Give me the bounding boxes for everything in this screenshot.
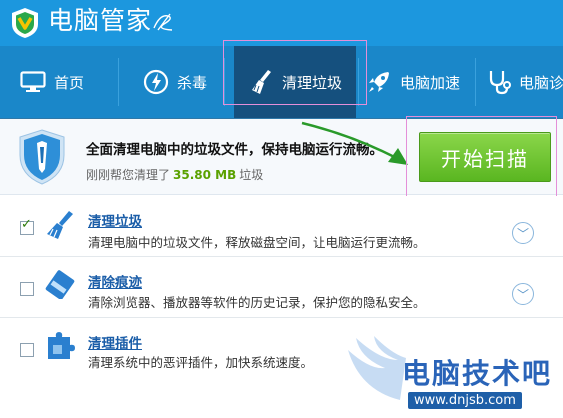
watermark-text: 电脑技术吧 (402, 357, 553, 390)
item-description: 清理系统中的恶评插件，加快系统速度。 (88, 355, 314, 370)
chevron-down-icon[interactable]: ﹀ (512, 283, 534, 305)
broom-icon (47, 211, 73, 239)
stethoscope-icon (489, 71, 511, 95)
eraser-icon (45, 270, 75, 299)
app-window: 电脑管家 首页 杀毒 清理垃圾 电脑加速 电脑诊 全面清理电脑中的垃圾文件，保持… (0, 0, 563, 418)
nav-divider (358, 58, 359, 106)
item-checkbox[interactable] (20, 217, 34, 235)
app-title: 电脑管家 (48, 6, 153, 35)
cleaned-amount: 35.80 MB (173, 168, 237, 182)
summary-suffix: 垃圾 (239, 168, 264, 182)
puzzle-icon (48, 332, 75, 359)
nav-tab-label: 杀毒 (177, 73, 208, 92)
nav-tab-label: 首页 (54, 73, 85, 92)
watermark-url: www.dnjsb.com (408, 392, 522, 409)
nav-tab-label: 电脑诊 (519, 73, 563, 92)
summary-subtitle: 刚刚帮您清理了 35.80 MB 垃圾 (86, 166, 263, 183)
item-title[interactable]: 清理插件 (88, 332, 142, 352)
nav-tab-home[interactable]: 首页 (20, 46, 120, 118)
nav-tab-clean[interactable]: 清理垃圾 (234, 46, 356, 118)
item-checkbox[interactable] (20, 343, 34, 357)
title-bar: 电脑管家 (0, 0, 563, 46)
summary-prefix: 刚刚帮您清理了 (86, 168, 171, 182)
nav-tab-diagnose[interactable]: 电脑诊 (487, 46, 563, 118)
main-nav: 首页 杀毒 清理垃圾 电脑加速 电脑诊 (0, 46, 563, 119)
nav-tab-speedup[interactable]: 电脑加速 (366, 46, 478, 118)
nav-tab-label: 电脑加速 (400, 73, 461, 92)
watermark-wing-icon (348, 336, 406, 400)
rocket-icon (369, 72, 389, 92)
item-checkbox[interactable] (20, 282, 34, 296)
app-logo-icon (12, 8, 38, 38)
broom-icon (252, 70, 271, 94)
nav-divider (475, 58, 476, 106)
nav-divider (224, 58, 225, 106)
signature-mark-icon (153, 13, 173, 31)
shield-icon (19, 129, 65, 185)
item-title[interactable]: 清除痕迹 (88, 271, 142, 291)
chevron-down-icon[interactable]: ﹀ (512, 222, 534, 244)
nav-tab-antivirus[interactable]: 杀毒 (143, 46, 233, 118)
item-description: 清除浏览器、播放器等软件的历史记录，保护您的隐私安全。 (88, 295, 426, 310)
item-title[interactable]: 清理垃圾 (88, 210, 142, 230)
annotation-arrow-icon (301, 121, 408, 165)
monitor-icon (20, 71, 46, 92)
nav-divider (118, 58, 119, 106)
item-description: 清理电脑中的垃圾文件，释放磁盘空间，让电脑运行更流畅。 (88, 235, 426, 250)
nav-tab-label: 清理垃圾 (282, 73, 343, 92)
antivirus-icon (143, 69, 169, 95)
start-scan-button[interactable]: 开始扫描 (419, 132, 551, 182)
